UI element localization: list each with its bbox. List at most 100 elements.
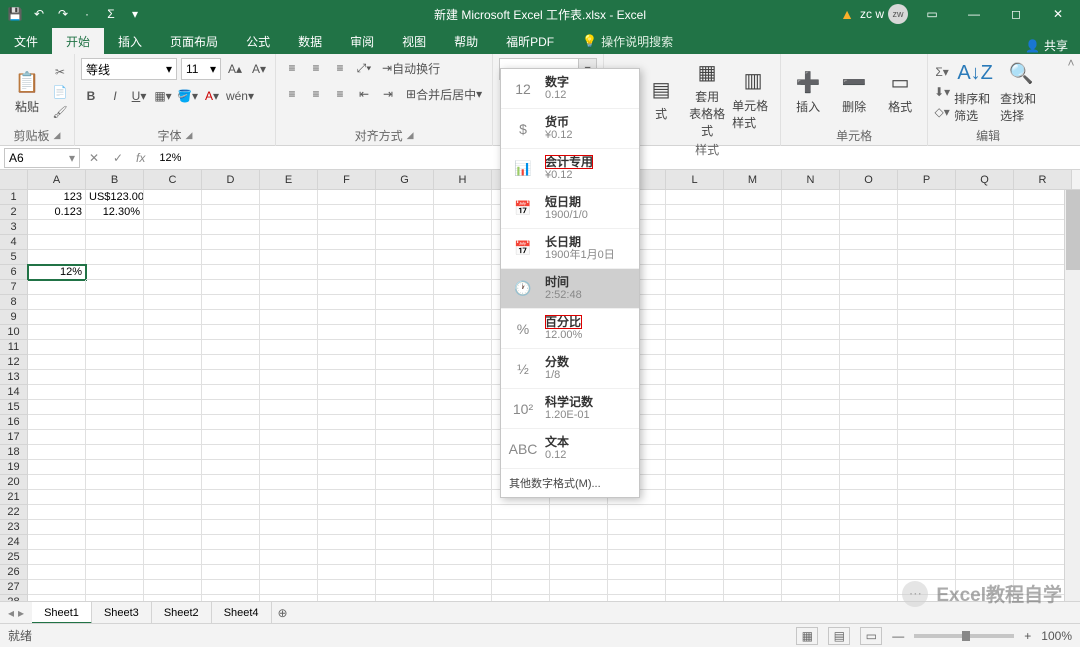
cell[interactable] <box>840 505 898 520</box>
cell[interactable]: 123 <box>28 190 86 205</box>
cell[interactable] <box>666 370 724 385</box>
cell[interactable] <box>724 430 782 445</box>
cell[interactable] <box>144 565 202 580</box>
user-badge[interactable]: zc w zw <box>860 4 908 24</box>
tab-home[interactable]: 开始 <box>52 28 104 54</box>
cell[interactable] <box>666 295 724 310</box>
cell[interactable] <box>376 580 434 595</box>
insert-cells-button[interactable]: ➕插入 <box>787 58 829 125</box>
cell[interactable] <box>724 385 782 400</box>
select-all-corner[interactable] <box>0 170 28 189</box>
tab-pdf[interactable]: 福昕PDF <box>492 28 568 54</box>
cell[interactable] <box>260 415 318 430</box>
cell[interactable] <box>898 265 956 280</box>
cell[interactable] <box>318 235 376 250</box>
cell[interactable] <box>318 460 376 475</box>
cell[interactable] <box>86 580 144 595</box>
delete-cells-button[interactable]: ➖删除 <box>833 58 875 125</box>
cell[interactable] <box>782 550 840 565</box>
cell[interactable] <box>782 415 840 430</box>
enter-formula-icon[interactable]: ✓ <box>108 151 128 165</box>
zoom-in-icon[interactable]: + <box>1024 629 1031 643</box>
cell[interactable] <box>28 280 86 295</box>
cell[interactable] <box>724 475 782 490</box>
cell[interactable] <box>840 535 898 550</box>
cell[interactable] <box>898 430 956 445</box>
cell[interactable] <box>318 430 376 445</box>
cell[interactable] <box>434 355 492 370</box>
cell[interactable] <box>724 520 782 535</box>
cell[interactable] <box>898 535 956 550</box>
formula-input[interactable]: 12% <box>153 152 181 164</box>
copy-icon[interactable]: 📄 <box>52 84 68 100</box>
cell[interactable] <box>492 505 550 520</box>
cell[interactable] <box>724 355 782 370</box>
cell[interactable] <box>318 370 376 385</box>
cell[interactable] <box>898 250 956 265</box>
cell[interactable] <box>144 400 202 415</box>
cell[interactable] <box>666 190 724 205</box>
cell[interactable] <box>202 205 260 220</box>
format-option[interactable]: 🕐时间2:52:48 <box>501 269 639 309</box>
cell[interactable] <box>782 250 840 265</box>
col-header[interactable]: O <box>840 170 898 189</box>
cell[interactable] <box>956 520 1014 535</box>
cell[interactable] <box>202 220 260 235</box>
cell[interactable] <box>376 265 434 280</box>
underline-button[interactable]: U▾ <box>129 86 149 106</box>
cell[interactable] <box>144 295 202 310</box>
cell[interactable] <box>260 235 318 250</box>
cell[interactable] <box>376 235 434 250</box>
cell[interactable] <box>28 235 86 250</box>
cell[interactable] <box>318 415 376 430</box>
cell[interactable] <box>898 295 956 310</box>
cell[interactable] <box>608 535 666 550</box>
cell[interactable] <box>840 550 898 565</box>
cell[interactable] <box>318 400 376 415</box>
cell[interactable] <box>318 220 376 235</box>
cell[interactable] <box>724 295 782 310</box>
cell[interactable] <box>840 520 898 535</box>
cell[interactable] <box>318 490 376 505</box>
cell[interactable] <box>608 550 666 565</box>
cell[interactable] <box>260 430 318 445</box>
row-header[interactable]: 1 <box>0 190 28 205</box>
cell[interactable] <box>434 415 492 430</box>
redo-icon[interactable]: ↷ <box>52 3 74 25</box>
cell[interactable] <box>260 355 318 370</box>
merge-center-button[interactable]: ⊞ 合并后居中▾ <box>402 84 486 104</box>
cell[interactable] <box>144 430 202 445</box>
cell[interactable] <box>666 535 724 550</box>
cell[interactable] <box>782 340 840 355</box>
cell[interactable] <box>550 520 608 535</box>
scroll-thumb[interactable] <box>1066 190 1080 270</box>
cell[interactable] <box>144 250 202 265</box>
cell[interactable] <box>956 550 1014 565</box>
cell[interactable] <box>724 400 782 415</box>
cell[interactable] <box>434 235 492 250</box>
zoom-slider[interactable] <box>914 634 1014 638</box>
cell[interactable] <box>144 220 202 235</box>
cell[interactable] <box>840 400 898 415</box>
cell[interactable] <box>840 370 898 385</box>
cell[interactable] <box>434 370 492 385</box>
cell[interactable] <box>376 520 434 535</box>
cell[interactable] <box>318 580 376 595</box>
cell[interactable] <box>666 520 724 535</box>
cell[interactable] <box>202 310 260 325</box>
cell[interactable] <box>260 250 318 265</box>
cell[interactable] <box>956 565 1014 580</box>
cell[interactable] <box>318 250 376 265</box>
cell[interactable] <box>144 490 202 505</box>
cell[interactable] <box>724 220 782 235</box>
format-option[interactable]: 10²科学记数1.20E-01 <box>501 389 639 429</box>
cell[interactable] <box>86 235 144 250</box>
row-header[interactable]: 17 <box>0 430 28 445</box>
cell[interactable] <box>724 535 782 550</box>
row-header[interactable]: 6 <box>0 265 28 280</box>
cell[interactable] <box>434 580 492 595</box>
cell[interactable] <box>898 490 956 505</box>
cell[interactable] <box>376 490 434 505</box>
tab-help[interactable]: 帮助 <box>440 28 492 54</box>
cell[interactable] <box>492 580 550 595</box>
